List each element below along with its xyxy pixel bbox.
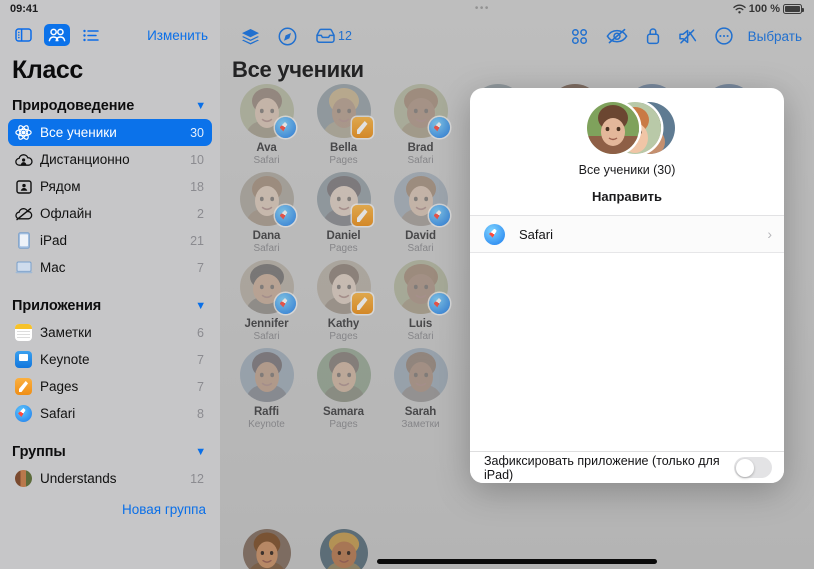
edit-button[interactable]: Изменить: [147, 28, 208, 43]
sidebar-toolbar: Изменить: [0, 18, 220, 52]
sidebar-item-count: 7: [197, 379, 204, 394]
sidebar-item-understands[interactable]: Understands 12: [8, 465, 212, 492]
modal-header: Все ученики (30) Направить: [470, 88, 784, 216]
mac-icon: [14, 258, 33, 277]
sidebar-item-label: Офлайн: [40, 206, 92, 221]
sidebar-item-count: 2: [197, 206, 204, 221]
sidebar-section-header[interactable]: Приложения ▼: [0, 293, 220, 319]
people-view-icon[interactable]: [44, 24, 70, 46]
sidebar-item-count: 7: [197, 352, 204, 367]
sidebar-item-label: Рядом: [40, 179, 81, 194]
modal-app-list: Safari ›: [470, 216, 784, 451]
avatar-stack-icon: [579, 102, 675, 154]
list-view-icon[interactable]: [78, 24, 104, 46]
toggle-knob: [735, 458, 754, 477]
main-panel: ••• 100 % 12 Выбрать Все ученики Ava Saf…: [220, 0, 814, 569]
chevron-down-icon[interactable]: ▼: [195, 446, 206, 458]
sidebar-section-label: Природоведение: [12, 98, 135, 114]
sidebar-toggle-icon[interactable]: [10, 24, 36, 46]
sidebar-item-ipad[interactable]: iPad 21: [8, 227, 212, 254]
sidebar-item-count: 6: [197, 325, 204, 340]
sidebar-item-safari[interactable]: Safari 8: [8, 400, 212, 427]
safari-app-icon: [14, 404, 33, 423]
keynote-app-icon: [14, 350, 33, 369]
sidebar-item-mac[interactable]: Mac 7: [8, 254, 212, 281]
chevron-down-icon[interactable]: ▼: [195, 100, 206, 112]
atom-icon: [14, 123, 33, 142]
sidebar-status-bar: 09:41: [0, 0, 220, 18]
sidebar-item-count: 8: [197, 406, 204, 421]
sidebar-section-label: Приложения: [12, 298, 102, 314]
modal-group-title: Все ученики (30): [578, 163, 676, 177]
sidebar-item-label: iPad: [40, 233, 68, 248]
app-name: Safari: [519, 226, 553, 242]
sidebar-section-label: Группы: [12, 444, 66, 460]
sidebar-section-header[interactable]: Природоведение ▼: [0, 93, 220, 119]
cloud-person-icon: [14, 150, 33, 169]
sidebar: 09:41 Изменить Класс Природоведение ▼ Вс…: [0, 0, 220, 569]
sidebar-item-label: Understands: [40, 471, 117, 486]
sidebar-item-keynote[interactable]: Keynote 7: [8, 346, 212, 373]
sidebar-title: Класс: [12, 56, 83, 84]
sidebar-item-все-ученики[interactable]: Все ученики 30: [8, 119, 212, 146]
sidebar-item-count: 7: [197, 260, 204, 275]
share-app-modal: Все ученики (30) Направить Safari › Зафи…: [470, 88, 784, 483]
sidebar-item-count: 21: [190, 233, 204, 248]
ipad-icon: [14, 231, 33, 250]
home-indicator: [377, 559, 657, 564]
sidebar-sections: Природоведение ▼ Все ученики 30 Дистанци…: [0, 93, 220, 492]
avatar: [587, 102, 639, 154]
sidebar-item-count: 18: [190, 179, 204, 194]
sidebar-item-label: Все ученики: [40, 125, 117, 140]
sidebar-item-рядом[interactable]: Рядом 18: [8, 173, 212, 200]
modal-action-label: Направить: [592, 189, 662, 204]
sidebar-item-count: 12: [190, 471, 204, 486]
safari-app-icon: [484, 223, 505, 245]
notes-app-icon: [14, 323, 33, 342]
new-group-button[interactable]: Новая группа: [0, 492, 220, 517]
sidebar-item-офлайн[interactable]: Офлайн 2: [8, 200, 212, 227]
lock-app-toggle[interactable]: [734, 457, 772, 478]
person-frame-icon: [14, 177, 33, 196]
modal-footer: Зафиксировать приложение (только для iPa…: [470, 451, 784, 483]
sidebar-item-label: Mac: [40, 260, 66, 275]
sidebar-item-label: Keynote: [40, 352, 90, 367]
sidebar-section-header[interactable]: Группы ▼: [0, 439, 220, 465]
list-item[interactable]: Safari ›: [470, 216, 784, 253]
group-avatars-icon: [14, 469, 33, 488]
sidebar-item-count: 10: [190, 152, 204, 167]
sidebar-item-count: 30: [190, 125, 204, 140]
lock-app-label: Зафиксировать приложение (только для iPa…: [484, 453, 720, 482]
status-time: 09:41: [10, 3, 39, 15]
cloud-slash-icon: [14, 204, 33, 223]
sidebar-item-label: Заметки: [40, 325, 92, 340]
sidebar-item-label: Дистанционно: [40, 152, 130, 167]
sidebar-item-дистанционно[interactable]: Дистанционно 10: [8, 146, 212, 173]
ipad-classroom-app: 09:41 Изменить Класс Природоведение ▼ Вс…: [0, 0, 814, 569]
chevron-right-icon: ›: [767, 226, 772, 242]
chevron-down-icon[interactable]: ▼: [195, 300, 206, 312]
sidebar-item-label: Safari: [40, 406, 76, 421]
sidebar-item-pages[interactable]: Pages 7: [8, 373, 212, 400]
sidebar-item-label: Pages: [40, 379, 79, 394]
pages-app-icon: [14, 377, 33, 396]
sidebar-item-заметки[interactable]: Заметки 6: [8, 319, 212, 346]
